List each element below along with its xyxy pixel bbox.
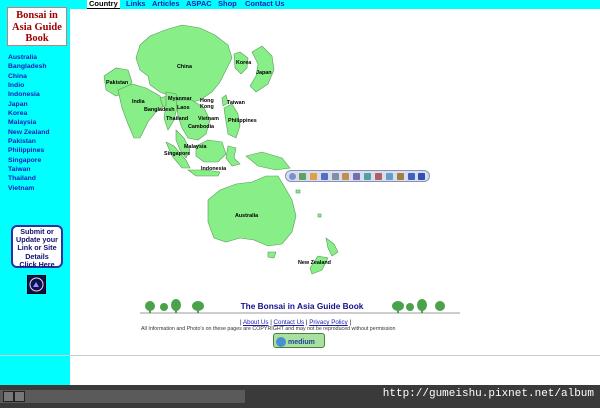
map-label-china[interactable]: China [177, 64, 192, 70]
map-label-indonesia[interactable]: Indonesia [201, 166, 226, 172]
map-label-bangladesh[interactable]: Bangladesh [144, 107, 175, 113]
sidebar-item-philippines[interactable]: Philippines [8, 146, 50, 155]
map-label-singapore[interactable]: Singapore [164, 151, 190, 157]
sidebar-item-singapore[interactable]: Singapore [8, 156, 50, 165]
print-icon[interactable] [332, 173, 339, 180]
map-label-pakistan[interactable]: Pakistan [106, 80, 128, 86]
sidebar-item-australia[interactable]: Australia [8, 53, 50, 62]
hit-badge-label: medium [288, 339, 315, 346]
map-region-australia [207, 175, 297, 247]
save-icon[interactable] [342, 173, 349, 180]
footer-separator: | [270, 319, 272, 326]
sidebar-item-indonesia[interactable]: Indonesia [8, 90, 50, 99]
map-shapes [103, 24, 339, 275]
submit-line-5: Click Here [19, 259, 55, 269]
sidebar-item-china[interactable]: China [8, 72, 50, 81]
sidebar-item-vietnam[interactable]: Vietnam [8, 184, 50, 193]
contact-us-link[interactable]: Contact Us [274, 319, 305, 326]
map-region-new-zealand-north [325, 237, 339, 257]
tree-icon[interactable] [299, 173, 306, 180]
sidebar-item-malaysia[interactable]: Malaysia [8, 118, 50, 127]
sidebar-item-taiwan[interactable]: Taiwan [8, 165, 50, 174]
sidebar-item-indio[interactable]: Indio [8, 81, 50, 90]
footer-separator: | [240, 319, 242, 326]
map-label-myanmar[interactable]: Myanmar [168, 96, 192, 102]
map-label-malaysia[interactable]: Malaysia [184, 144, 206, 150]
site-logo[interactable]: Bonsai in Asia Guide Book [7, 7, 67, 46]
edit-icon[interactable] [353, 173, 360, 180]
map-label-new-zealand[interactable]: New Zealand [298, 260, 331, 266]
map-label-india[interactable]: India [132, 99, 145, 105]
status-url: http://gumeishu.pixnet.net/album [382, 388, 594, 400]
map-region-new-guinea [245, 151, 291, 171]
map-label-philippines[interactable]: Philippines [228, 118, 257, 124]
sidebar-item-korea[interactable]: Korea [8, 109, 50, 118]
mail-icon[interactable] [375, 173, 382, 180]
sidebar-item-bangladesh[interactable]: Bangladesh [8, 62, 50, 71]
copyright-notice: All Information and Photo's on these pag… [141, 326, 396, 332]
map-label-cambodia[interactable]: Cambodia [188, 124, 214, 130]
zoom-icon[interactable] [289, 173, 296, 180]
footer-separator: | [305, 319, 308, 326]
map-label-laos[interactable]: Laos [177, 105, 190, 111]
copy-icon[interactable] [364, 173, 371, 180]
map-label-taiwan[interactable]: Taiwan [227, 100, 245, 106]
asia-pacific-map: China Korea Japan Pakistan India Myanmar… [70, 0, 600, 300]
country-list: Australia Bangladesh China Indio Indones… [8, 53, 50, 193]
status-bar-left [0, 390, 245, 403]
logo-line-2: Asia Guide [12, 21, 62, 33]
camera-icon[interactable] [321, 173, 328, 180]
privacy-policy-link[interactable]: Privacy Policy [309, 319, 348, 326]
map-region-tasmania [267, 251, 277, 259]
bonsai-badge-icon[interactable] [27, 275, 46, 294]
map-region-japan [249, 45, 275, 93]
logo-line-1: Bonsai in [16, 10, 58, 21]
footer-links: | About Us | Contact Us | Privacy Policy… [240, 319, 351, 326]
map-label-australia[interactable]: Australia [235, 213, 258, 219]
submit-link-button[interactable]: Submit or Update your Link or Site Detai… [11, 225, 63, 269]
divider [0, 355, 600, 356]
map-label-japan[interactable]: Japan [256, 70, 272, 76]
search-icon[interactable] [397, 173, 404, 180]
sidebar-item-pakistan[interactable]: Pakistan [8, 137, 50, 146]
footer-title: The Bonsai in Asia Guide Book [240, 301, 364, 311]
hit-counter-badge[interactable]: medium [273, 333, 325, 348]
sidebar-item-thailand[interactable]: Thailand [8, 174, 50, 183]
logo-line-3: Book [25, 33, 49, 44]
folder-icon[interactable] [310, 173, 317, 180]
globe-icon[interactable] [386, 173, 393, 180]
map-region-sulawesi [225, 145, 241, 167]
sidebar-item-japan[interactable]: Japan [8, 100, 50, 109]
footer-separator: | [349, 319, 352, 326]
info-icon[interactable] [408, 173, 415, 180]
grid-icon[interactable] [3, 391, 14, 402]
image-toolbar [285, 170, 430, 182]
map-label-hong-kong-2[interactable]: Kong [200, 104, 214, 110]
about-us-link[interactable]: About Us [243, 319, 268, 326]
map-label-korea[interactable]: Korea [236, 60, 251, 66]
plus-icon[interactable] [14, 391, 25, 402]
map-label-thailand[interactable]: Thailand [166, 116, 188, 122]
sidebar: Bonsai in Asia Guide Book Australia Bang… [0, 0, 70, 408]
help-icon[interactable] [418, 173, 425, 180]
map-label-vietnam[interactable]: Vietnam [198, 116, 219, 122]
sidebar-item-new-zealand[interactable]: New Zealand [8, 128, 50, 137]
